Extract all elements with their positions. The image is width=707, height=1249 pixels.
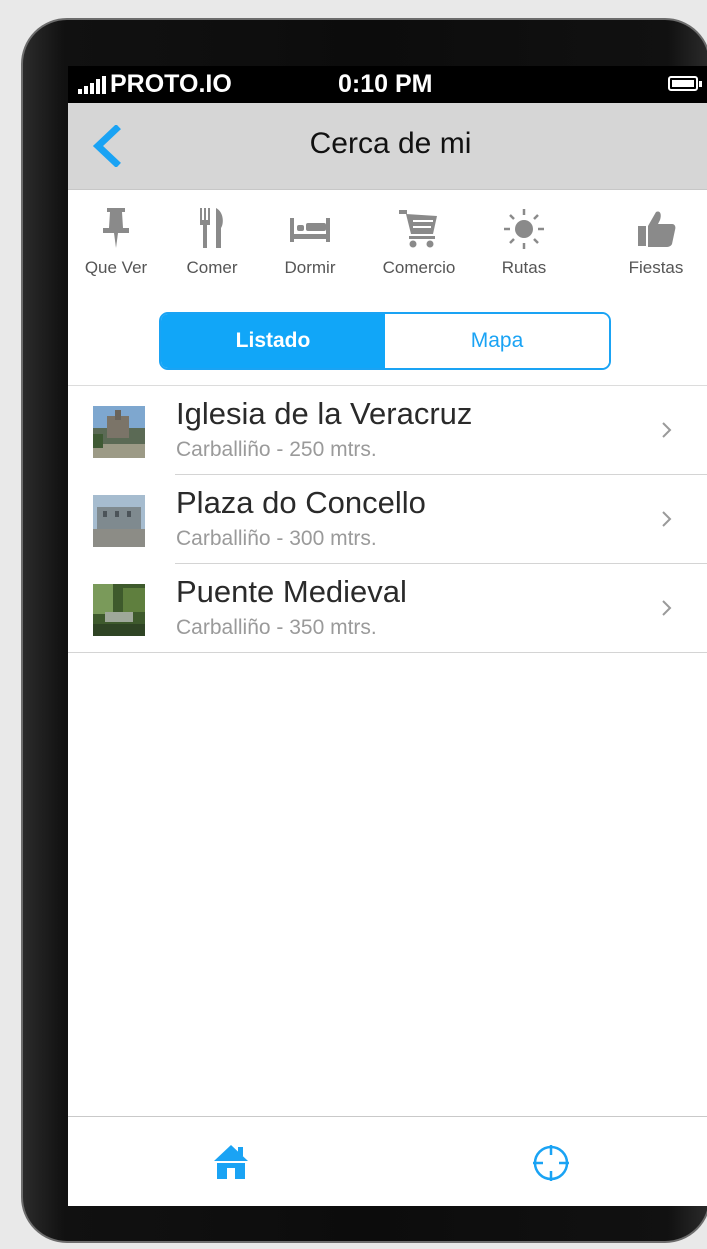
category-dormir[interactable]: Dormir bbox=[260, 198, 360, 288]
category-label: Comercio bbox=[382, 258, 456, 277]
crosshair-icon bbox=[533, 1145, 569, 1181]
place-thumbnail bbox=[93, 584, 145, 636]
category-label: Fiestas bbox=[628, 258, 684, 277]
bed-icon bbox=[290, 218, 330, 242]
category-comercio[interactable]: Comercio bbox=[369, 198, 469, 288]
list-item[interactable]: Plaza do Concello Carballiño - 300 mtrs. bbox=[68, 475, 707, 564]
place-distance: Carballiño - 350 mtrs. bbox=[176, 616, 377, 639]
fork-knife-icon bbox=[200, 208, 223, 248]
signal-icon bbox=[78, 76, 108, 94]
tab-bar bbox=[68, 1116, 707, 1206]
thumbs-up-icon bbox=[638, 211, 676, 247]
status-bar: PROTO.IO 0:10 PM bbox=[68, 66, 707, 103]
tab-home[interactable] bbox=[68, 1117, 390, 1206]
screen: PROTO.IO 0:10 PM Cerca de mi Que Ver Com… bbox=[68, 66, 707, 1206]
place-title: Puente Medieval bbox=[176, 574, 407, 609]
place-title: Plaza do Concello bbox=[176, 485, 426, 520]
chevron-right-icon bbox=[662, 422, 672, 438]
sun-icon bbox=[504, 209, 544, 249]
place-distance: Carballiño - 250 mtrs. bbox=[176, 438, 377, 461]
home-icon bbox=[214, 1145, 248, 1179]
category-que-ver[interactable]: Que Ver bbox=[68, 198, 166, 288]
category-rutas[interactable]: Rutas bbox=[474, 198, 574, 288]
view-toggle: Listado Mapa bbox=[159, 312, 611, 370]
tab-location[interactable] bbox=[391, 1117, 707, 1206]
place-distance: Carballiño - 300 mtrs. bbox=[176, 527, 377, 550]
place-title: Iglesia de la Veracruz bbox=[176, 396, 473, 431]
page-title: Cerca de mi bbox=[309, 127, 472, 160]
category-fiestas[interactable]: Fiestas bbox=[606, 198, 706, 288]
battery-icon bbox=[668, 76, 702, 91]
category-label: Que Ver bbox=[84, 258, 148, 277]
category-label: Dormir bbox=[284, 258, 336, 277]
chevron-right-icon bbox=[662, 511, 672, 527]
navigation-bar: Cerca de mi bbox=[68, 103, 707, 190]
list-item[interactable]: Puente Medieval Carballiño - 350 mtrs. bbox=[68, 564, 707, 653]
chevron-right-icon bbox=[662, 600, 672, 616]
shopping-cart-icon bbox=[399, 210, 437, 248]
place-thumbnail bbox=[93, 495, 145, 547]
carrier-name: PROTO.IO bbox=[110, 70, 232, 98]
category-bar: Que Ver Comer Dormir Comercio Rutas Fies… bbox=[68, 198, 707, 288]
list-item[interactable]: Iglesia de la Veracruz Carballiño - 250 … bbox=[68, 386, 707, 475]
tab-mapa[interactable]: Mapa bbox=[385, 314, 609, 368]
places-list: Iglesia de la Veracruz Carballiño - 250 … bbox=[68, 386, 707, 653]
category-comer[interactable]: Comer bbox=[162, 198, 262, 288]
category-label: Rutas bbox=[501, 258, 547, 277]
pushpin-icon bbox=[103, 208, 129, 248]
category-label: Comer bbox=[186, 258, 238, 277]
place-thumbnail bbox=[93, 406, 145, 458]
tab-listado[interactable]: Listado bbox=[161, 314, 385, 368]
phone-frame: PROTO.IO 0:10 PM Cerca de mi Que Ver Com… bbox=[21, 18, 707, 1243]
status-time: 0:10 PM bbox=[338, 70, 433, 98]
